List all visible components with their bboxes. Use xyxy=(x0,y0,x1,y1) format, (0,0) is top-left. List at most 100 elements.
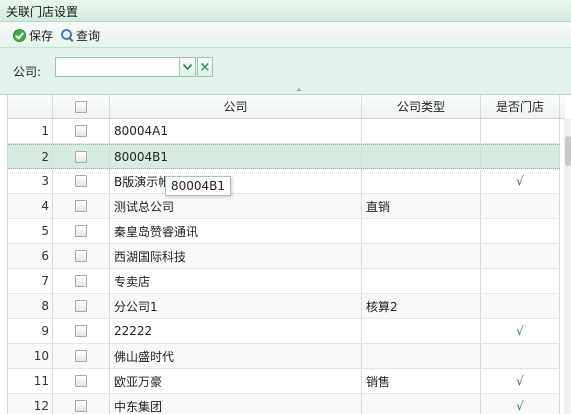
table-row[interactable]: 4 测试总公司 直销 xyxy=(8,194,560,219)
header-rownum xyxy=(8,95,53,118)
company-cell[interactable]: 秦皇岛赞睿通讯 xyxy=(110,219,362,243)
is-store-cell[interactable]: √ xyxy=(481,394,560,414)
is-store-cell[interactable]: √ xyxy=(481,319,560,343)
combobox-dropdown-button[interactable] xyxy=(180,57,196,77)
company-cell[interactable]: 欧亚万豪 xyxy=(110,369,362,393)
row-number: 3 xyxy=(8,169,53,193)
header-company-type[interactable]: 公司类型 xyxy=(362,95,481,118)
toolbar: 保存 查询 xyxy=(0,22,571,48)
table-row[interactable]: 9 22222 √ xyxy=(8,319,560,344)
company-type-cell[interactable] xyxy=(362,269,481,293)
is-store-cell[interactable] xyxy=(481,145,560,168)
table-row[interactable]: 8 分公司1 核算2 xyxy=(8,294,560,319)
select-all-checkbox[interactable] xyxy=(75,100,87,113)
company-cell[interactable]: 中东集团 xyxy=(110,394,362,414)
company-type-cell[interactable] xyxy=(362,319,481,343)
is-store-cell[interactable] xyxy=(481,269,560,293)
grid-header: 公司 公司类型 是否门店 xyxy=(8,95,565,119)
window-titlebar: 关联门店设置 xyxy=(0,0,571,22)
row-checkbox[interactable] xyxy=(75,225,87,237)
company-type-cell[interactable]: 销售 xyxy=(362,369,481,393)
row-checkbox-cell xyxy=(53,344,110,368)
save-button[interactable]: 保存 xyxy=(13,27,53,43)
is-store-cell[interactable] xyxy=(481,244,560,268)
query-button[interactable]: 查询 xyxy=(61,27,100,43)
company-type-cell[interactable] xyxy=(362,244,481,268)
row-checkbox-cell xyxy=(53,219,110,243)
company-type-cell[interactable]: 核算2 xyxy=(362,294,481,318)
row-number: 1 xyxy=(8,119,53,143)
row-checkbox-cell xyxy=(53,119,110,143)
header-select-all[interactable] xyxy=(53,95,110,118)
company-cell[interactable]: 测试总公司 xyxy=(110,194,362,218)
vertical-scrollbar[interactable] xyxy=(564,119,571,414)
company-type-cell[interactable]: 直销 xyxy=(362,194,481,218)
clear-filter-button[interactable]: × xyxy=(197,57,213,77)
panel-splitter[interactable] xyxy=(0,86,571,94)
row-checkbox-cell xyxy=(53,269,110,293)
company-filter-label: 公司: xyxy=(13,65,42,79)
row-checkbox[interactable] xyxy=(75,350,87,362)
save-icon xyxy=(13,28,26,42)
company-cell[interactable]: 22222 xyxy=(110,319,362,343)
company-cell[interactable]: 佛山盛时代 xyxy=(110,344,362,368)
row-checkbox[interactable] xyxy=(75,375,87,387)
company-type-cell[interactable] xyxy=(362,145,481,168)
company-type-cell[interactable] xyxy=(362,169,481,193)
row-checkbox[interactable] xyxy=(75,400,87,412)
is-store-cell[interactable]: √ xyxy=(481,369,560,393)
row-checkbox-cell xyxy=(53,194,110,218)
company-combobox-input[interactable] xyxy=(55,57,180,77)
row-checkbox-cell xyxy=(53,319,110,343)
company-cell[interactable]: B版演示帐 xyxy=(110,169,362,193)
header-is-store[interactable]: 是否门店 xyxy=(481,95,560,118)
is-store-cell[interactable] xyxy=(481,294,560,318)
row-number: 12 xyxy=(8,394,53,414)
company-type-cell[interactable] xyxy=(362,344,481,368)
company-grid: 公司 公司类型 是否门店 1 80004A1 2 80004B1 3 B版演示帐… xyxy=(7,95,571,414)
table-row[interactable]: 6 西湖国际科技 xyxy=(8,244,560,269)
company-cell[interactable]: 80004B1 xyxy=(110,145,362,168)
company-type-cell[interactable] xyxy=(362,219,481,243)
row-checkbox[interactable] xyxy=(75,250,87,262)
row-checkbox[interactable] xyxy=(75,200,87,212)
row-number: 7 xyxy=(8,269,53,293)
is-store-cell[interactable] xyxy=(481,194,560,218)
company-cell[interactable]: 80004A1 xyxy=(110,119,362,143)
row-checkbox-cell xyxy=(53,294,110,318)
table-row[interactable]: 3 B版演示帐 √ xyxy=(8,169,560,194)
row-checkbox[interactable] xyxy=(75,275,87,287)
table-row[interactable]: 2 80004B1 xyxy=(8,144,560,169)
company-type-cell[interactable] xyxy=(362,394,481,414)
scrollbar-thumb[interactable] xyxy=(565,136,571,166)
row-number: 10 xyxy=(8,344,53,368)
row-checkbox[interactable] xyxy=(75,175,87,187)
is-store-cell[interactable] xyxy=(481,119,560,143)
save-label: 保存 xyxy=(29,28,54,43)
search-icon xyxy=(61,29,74,42)
row-checkbox-cell xyxy=(53,394,110,414)
table-row[interactable]: 11 欧亚万豪 销售 √ xyxy=(8,369,560,394)
row-number: 6 xyxy=(8,244,53,268)
header-company[interactable]: 公司 xyxy=(110,95,362,118)
row-checkbox[interactable] xyxy=(75,150,87,163)
company-cell[interactable]: 专卖店 xyxy=(110,269,362,293)
is-store-cell[interactable]: √ xyxy=(481,169,560,193)
table-row[interactable]: 10 佛山盛时代 xyxy=(8,344,560,369)
row-checkbox[interactable] xyxy=(75,300,87,312)
is-store-cell[interactable] xyxy=(481,344,560,368)
row-number: 2 xyxy=(8,145,53,168)
cell-tooltip: 80004B1 xyxy=(165,176,232,196)
row-number: 11 xyxy=(8,369,53,393)
table-row[interactable]: 12 中东集团 √ xyxy=(8,394,560,414)
company-cell[interactable]: 分公司1 xyxy=(110,294,362,318)
table-row[interactable]: 5 秦皇岛赞睿通讯 xyxy=(8,219,560,244)
row-number: 5 xyxy=(8,219,53,243)
is-store-cell[interactable] xyxy=(481,219,560,243)
table-row[interactable]: 7 专卖店 xyxy=(8,269,560,294)
row-checkbox[interactable] xyxy=(75,325,87,337)
company-type-cell[interactable] xyxy=(362,119,481,143)
row-checkbox[interactable] xyxy=(75,125,87,137)
table-row[interactable]: 1 80004A1 xyxy=(8,119,560,144)
company-cell[interactable]: 西湖国际科技 xyxy=(110,244,362,268)
